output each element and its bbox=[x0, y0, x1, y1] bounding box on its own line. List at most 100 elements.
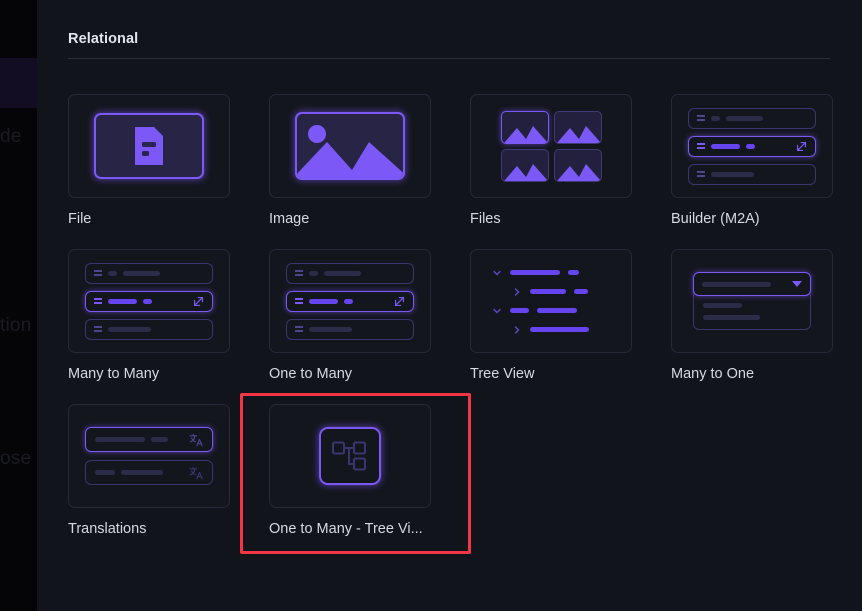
picture-glyph bbox=[556, 125, 601, 143]
interface-card-tree-view[interactable]: Tree View bbox=[470, 249, 632, 382]
tree-node bbox=[492, 287, 610, 297]
interface-preview bbox=[68, 404, 230, 508]
interface-preview bbox=[269, 404, 431, 508]
row-bar bbox=[309, 326, 352, 332]
row-bar bbox=[711, 171, 754, 177]
external-link-icon bbox=[796, 141, 807, 151]
picture-glyph bbox=[297, 125, 403, 178]
row-bar bbox=[344, 298, 353, 304]
dropdown-select-icon bbox=[693, 272, 811, 330]
interface-label: Many to Many bbox=[68, 366, 160, 382]
select-value-bar bbox=[702, 281, 771, 287]
interface-preview bbox=[68, 249, 230, 353]
interface-label: Tree View bbox=[470, 366, 535, 382]
row-bar bbox=[746, 143, 755, 149]
node-bar bbox=[537, 308, 577, 313]
interface-preview bbox=[68, 94, 230, 198]
chevron-down-icon bbox=[493, 270, 501, 275]
translate-icon bbox=[189, 433, 203, 446]
node-bar bbox=[568, 270, 579, 275]
row-bar bbox=[123, 270, 160, 276]
select-control bbox=[693, 272, 811, 296]
drag-handle-icon bbox=[697, 171, 705, 177]
list-row bbox=[286, 318, 414, 340]
list-rows-external-link-icon bbox=[85, 262, 213, 340]
drag-handle-icon bbox=[94, 270, 102, 276]
picture-glyph bbox=[503, 163, 548, 181]
interface-card-image[interactable]: Image bbox=[269, 94, 431, 227]
interface-preview bbox=[269, 94, 431, 198]
drag-handle-icon bbox=[295, 270, 303, 276]
interface-label: Image bbox=[269, 211, 310, 227]
row-bar bbox=[108, 270, 117, 276]
picture-glyph bbox=[503, 125, 548, 143]
list-row bbox=[85, 318, 213, 340]
list-row bbox=[286, 262, 414, 284]
interface-picker-panel: Relational File Image Files Builder (M2A… bbox=[37, 0, 862, 611]
row-bar bbox=[95, 437, 145, 442]
row-bar bbox=[143, 298, 152, 304]
picture-glyph bbox=[556, 163, 601, 181]
node-graph-icon bbox=[319, 427, 381, 485]
row-bar bbox=[121, 470, 163, 475]
interface-card-builder-m2a[interactable]: Builder (M2A) bbox=[671, 94, 833, 227]
chevron-down-icon bbox=[493, 308, 501, 313]
list-row bbox=[688, 107, 816, 129]
chevron-right-icon bbox=[514, 325, 520, 334]
interface-card-files[interactable]: Files bbox=[470, 94, 632, 227]
external-link-icon bbox=[193, 296, 204, 306]
select-option-list bbox=[693, 291, 811, 330]
caret-down-icon bbox=[792, 281, 802, 287]
external-link-icon bbox=[394, 296, 405, 306]
backdrop-ghost-text: de bbox=[0, 126, 22, 147]
list-row-active bbox=[85, 290, 213, 312]
document-glyph bbox=[135, 127, 163, 165]
row-bar bbox=[711, 143, 740, 149]
interface-card-many-to-one[interactable]: Many to One bbox=[671, 249, 833, 382]
list-rows-external-link-icon bbox=[286, 262, 414, 340]
row-bar bbox=[711, 115, 720, 121]
list-row-active bbox=[688, 135, 816, 157]
tree-hierarchy-rows-icon bbox=[492, 268, 610, 335]
select-option-bar bbox=[703, 315, 760, 320]
interface-label: Files bbox=[470, 211, 501, 227]
interface-preview bbox=[269, 249, 431, 353]
select-option-bar bbox=[703, 303, 742, 308]
interface-label: One to Many - Tree Vi... bbox=[269, 521, 423, 537]
file-thumbnail bbox=[553, 148, 602, 182]
interface-label: Many to One bbox=[671, 366, 755, 382]
list-row bbox=[688, 163, 816, 185]
translation-row bbox=[85, 460, 213, 485]
drag-handle-icon bbox=[94, 298, 102, 304]
node-graph-glyph bbox=[332, 441, 366, 471]
interface-card-one-to-many-tree-view[interactable]: One to Many - Tree Vi... bbox=[240, 393, 471, 554]
node-bar bbox=[530, 327, 589, 332]
interface-label: One to Many bbox=[269, 366, 353, 382]
interface-preview bbox=[470, 94, 632, 198]
row-bar bbox=[151, 437, 168, 442]
tree-node bbox=[492, 268, 610, 278]
file-thumbnail bbox=[500, 110, 549, 144]
section-title: Relational bbox=[68, 31, 139, 47]
node-bar bbox=[510, 270, 560, 275]
interface-card-file[interactable]: File bbox=[68, 94, 230, 227]
interface-card-translations[interactable]: Translations bbox=[68, 404, 230, 537]
node-bar bbox=[574, 289, 588, 294]
list-row bbox=[85, 262, 213, 284]
node-bar bbox=[510, 308, 529, 313]
list-row-active bbox=[286, 290, 414, 312]
chevron-right-icon bbox=[514, 287, 520, 296]
interface-preview bbox=[470, 249, 632, 353]
interface-label: Translations bbox=[68, 521, 147, 537]
node-bar bbox=[530, 289, 566, 294]
backdrop-highlight-band bbox=[0, 58, 37, 108]
row-bar bbox=[108, 326, 151, 332]
relational-section-header: Relational bbox=[68, 31, 830, 59]
interface-preview bbox=[671, 94, 833, 198]
drag-handle-icon bbox=[94, 326, 102, 332]
translate-rows-icon bbox=[85, 427, 213, 485]
drag-handle-icon bbox=[697, 143, 705, 149]
interface-card-many-to-many[interactable]: Many to Many bbox=[68, 249, 230, 382]
interface-card-one-to-many[interactable]: One to Many bbox=[269, 249, 431, 382]
row-bar bbox=[309, 270, 318, 276]
